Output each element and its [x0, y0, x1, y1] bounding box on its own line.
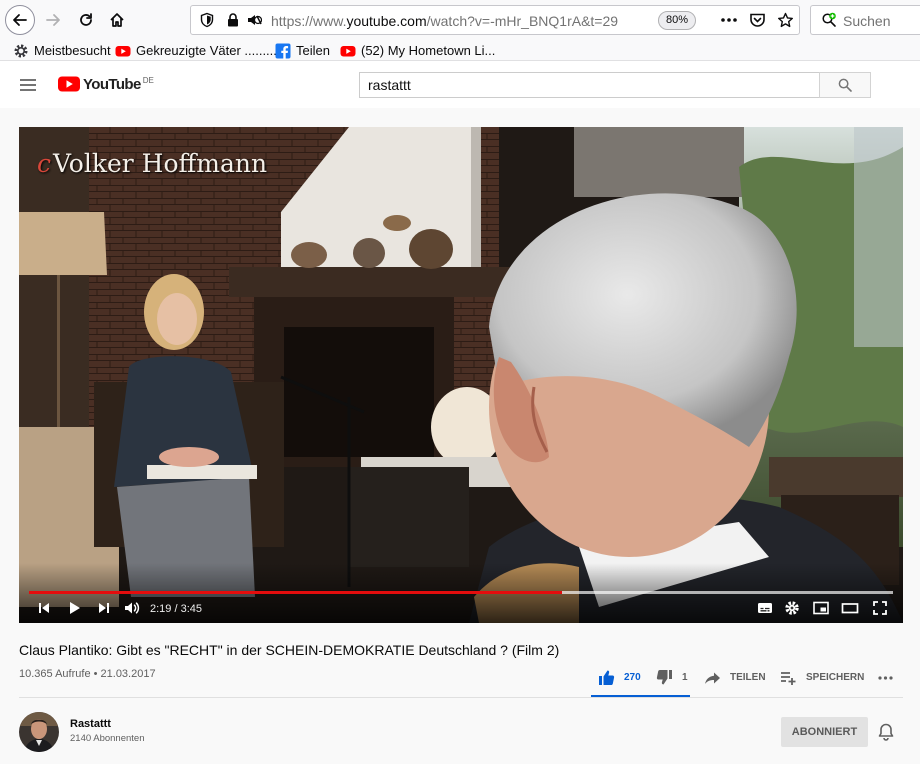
thumbs-up-icon [599, 670, 615, 685]
divider [19, 697, 903, 698]
playlist-add-icon [781, 671, 796, 685]
bookmark-label: Meistbesucht [34, 43, 111, 58]
bookmark-teilen[interactable]: Teilen [275, 42, 330, 59]
search-engine-icon [822, 12, 836, 27]
next-button[interactable] [93, 597, 115, 619]
search-placeholder: Suchen [843, 13, 891, 29]
logo-wordmark: YouTube [83, 76, 141, 93]
zoom-badge[interactable]: 80% [658, 11, 697, 30]
hamburger-menu-icon[interactable] [17, 75, 39, 95]
bookmarks-toolbar: Meistbesucht Gekreuzigte Väter .........… [0, 40, 920, 61]
home-button[interactable] [102, 5, 132, 35]
arrow-left-icon [13, 14, 27, 26]
volume-button[interactable] [121, 597, 143, 619]
back-button[interactable] [5, 5, 35, 35]
video-title: Claus Plantiko: Gibt es "RECHT" in der S… [19, 642, 560, 658]
lock-icon[interactable] [225, 12, 241, 28]
browser-search-box[interactable]: Suchen [810, 5, 920, 35]
bookmark-label: Teilen [296, 43, 330, 58]
view-count-date: 10.365 Aufrufe • 21.03.2017 [19, 668, 156, 680]
more-button[interactable] [877, 668, 903, 686]
subscriber-count: 2140 Abonnenten [70, 733, 145, 744]
time-display: 2:19 / 3:45 [150, 603, 202, 615]
bookmark-gekreuzigte-vaeter[interactable]: Gekreuzigte Väter .......... [115, 42, 281, 59]
fullscreen-icon [873, 601, 887, 615]
play-button[interactable] [63, 597, 85, 619]
facebook-icon [275, 43, 291, 59]
volume-icon [125, 602, 140, 614]
watermark-logo: c [37, 149, 52, 178]
gear-icon [14, 44, 28, 57]
notification-bell-icon[interactable] [876, 722, 896, 742]
home-icon [110, 13, 124, 27]
progress-bar[interactable] [29, 591, 893, 594]
address-bar[interactable]: https://www.youtube.com/watch?v=-mHr_BNQ… [190, 5, 800, 35]
share-icon [705, 672, 720, 684]
progress-played [29, 591, 563, 594]
subtitles-icon [758, 603, 772, 613]
bookmark-star-icon[interactable] [777, 12, 794, 28]
miniplayer-icon [813, 601, 829, 615]
save-button[interactable]: SPEICHERN [780, 668, 864, 686]
arrow-right-icon [46, 14, 60, 26]
video-player[interactable]: cVolker Hoffmann 2:19 / 3:45 [19, 127, 903, 623]
autoplay-blocked-icon[interactable] [246, 12, 262, 28]
url-host: youtube.com [346, 13, 427, 29]
youtube-search-button[interactable] [819, 72, 871, 98]
youtube-logo[interactable]: YouTube DE [58, 76, 154, 94]
fullscreen-button[interactable] [869, 597, 891, 619]
url-path: /watch?v=-mHr_BNQ1rA&t=29 [426, 13, 619, 29]
gear-icon [785, 601, 799, 615]
watermark-text: Volker Hoffmann [53, 149, 268, 178]
subscribed-button[interactable]: ABONNIERT [781, 717, 868, 747]
reload-icon [80, 13, 92, 26]
previous-button[interactable] [33, 597, 55, 619]
skip-previous-icon [39, 603, 49, 613]
video-frame [19, 127, 903, 623]
subtitles-button[interactable] [754, 597, 776, 619]
dislike-button[interactable]: 1 [656, 668, 688, 686]
youtube-search-input[interactable]: rastattt [359, 72, 820, 98]
shield-icon[interactable] [199, 12, 215, 28]
pocket-icon[interactable] [749, 12, 766, 28]
like-button[interactable]: 270 [598, 668, 641, 686]
bookmark-my-hometown[interactable]: (52) My Hometown Li... [340, 42, 495, 59]
avatar-image [19, 712, 59, 752]
dislike-count: 1 [682, 671, 688, 683]
reload-button[interactable] [71, 5, 101, 35]
channel-avatar[interactable] [19, 712, 59, 752]
like-count: 270 [624, 671, 641, 683]
play-icon [70, 602, 80, 614]
youtube-play-logo-icon [58, 76, 80, 92]
more-horizontal-icon [878, 675, 893, 680]
url-prefix: https://www. [271, 13, 347, 29]
browser-toolbar: https://www.youtube.com/watch?v=-mHr_BNQ… [0, 0, 920, 40]
youtube-masthead: YouTube DE rastattt [0, 61, 920, 108]
share-label: TEILEN [730, 671, 766, 683]
theater-mode-button[interactable] [839, 597, 861, 619]
youtube-icon [115, 45, 131, 56]
save-label: SPEICHERN [806, 671, 865, 683]
forward-button[interactable] [38, 5, 68, 35]
share-button[interactable]: TEILEN [704, 668, 766, 686]
miniplayer-button[interactable] [810, 597, 832, 619]
bookmark-most-visited[interactable]: Meistbesucht [13, 42, 111, 59]
thumbs-down-icon [656, 669, 672, 684]
search-icon [838, 78, 852, 92]
channel-name[interactable]: Rastattt [70, 718, 111, 730]
region-code: DE [142, 76, 154, 85]
channel-watermark: cVolker Hoffmann [37, 149, 267, 178]
settings-button[interactable] [781, 597, 803, 619]
skip-next-icon [99, 603, 109, 613]
url-text[interactable]: https://www.youtube.com/watch?v=-mHr_BNQ… [271, 13, 623, 29]
theater-mode-icon [841, 603, 859, 614]
more-actions-icon[interactable] [719, 12, 739, 28]
youtube-icon [340, 45, 356, 56]
bookmark-label: (52) My Hometown Li... [361, 43, 496, 58]
bookmark-label: Gekreuzigte Väter .......... [136, 43, 281, 58]
